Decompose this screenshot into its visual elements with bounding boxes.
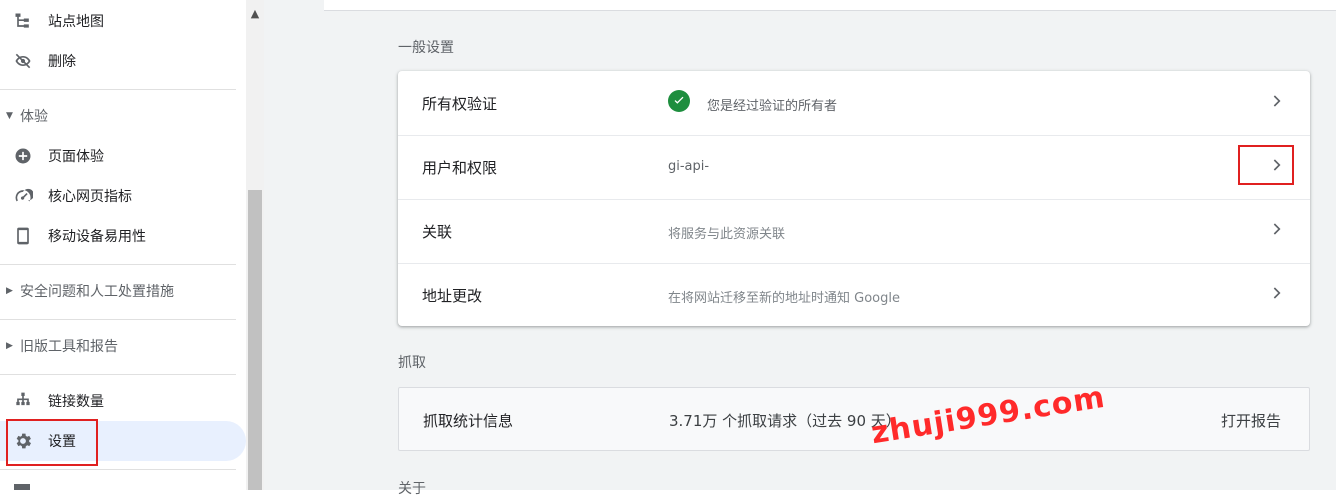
- settings-row-change-of-address[interactable]: 地址更改 在将网站迁移至新的地址时通知 Google: [398, 263, 1310, 327]
- row-label: 用户和权限: [422, 159, 498, 177]
- caret-right-icon: ▶: [6, 341, 13, 351]
- section-title-about: 关于: [398, 481, 426, 497]
- crawl-stats-value: 3.71万 个抓取请求（过去 90 天）: [669, 412, 901, 430]
- sidebar-item-label: 站点地图: [48, 14, 104, 30]
- partial-icon: [14, 484, 30, 490]
- network-icon: [12, 390, 34, 412]
- scroll-up-arrow-icon[interactable]: ▲: [246, 4, 264, 22]
- check-circle-icon: [668, 90, 690, 112]
- sidebar-item-removals[interactable]: 删除: [0, 41, 246, 81]
- settings-row-users-permissions[interactable]: 用户和权限 gi-api-: [398, 135, 1310, 200]
- speedometer-icon: [12, 185, 34, 207]
- chevron-right-icon[interactable]: [1266, 219, 1286, 239]
- caret-right-icon: ▶: [6, 286, 13, 296]
- highlight-box-chevron: [1238, 145, 1294, 185]
- sidebar-item-page-experience[interactable]: 页面体验: [0, 136, 246, 176]
- sidebar-divider: [0, 374, 236, 375]
- sidebar-item-label: 核心网页指标: [48, 189, 132, 205]
- crawl-stats-card[interactable]: 抓取统计信息 3.71万 个抓取请求（过去 90 天） 打开报告: [398, 387, 1310, 451]
- section-header-legacy[interactable]: ▶ 旧版工具和报告: [0, 326, 246, 366]
- row-description: 在将网站迁移至新的地址时通知 Google: [668, 291, 900, 306]
- section-title: 安全问题和人工处置措施: [20, 284, 174, 300]
- sidebar-divider: [0, 469, 236, 470]
- plus-circle-icon: [12, 145, 34, 167]
- sidebar-item-label: 页面体验: [48, 149, 104, 165]
- section-header-experience[interactable]: ▼ 体验: [0, 96, 246, 136]
- section-title-crawling: 抓取: [398, 355, 426, 371]
- scrollbar-thumb[interactable]: [248, 190, 262, 490]
- crawl-stats-label: 抓取统计信息: [423, 412, 514, 430]
- settings-row-associations[interactable]: 关联 将服务与此资源关联: [398, 199, 1310, 264]
- chevron-right-icon[interactable]: [1266, 283, 1286, 303]
- row-label: 地址更改: [422, 287, 483, 305]
- sidebar-item-links[interactable]: 链接数量: [0, 381, 246, 421]
- sidebar-item-mobile-usability[interactable]: 移动设备易用性: [0, 216, 246, 256]
- chevron-right-icon[interactable]: [1266, 91, 1286, 111]
- redacted-blur: [716, 155, 916, 177]
- section-title-general: 一般设置: [398, 40, 454, 56]
- eye-off-icon: [12, 50, 34, 72]
- main-content: 一般设置 所有权验证 您是经过验证的所有者 用户和权限 gi-api- 关联 将…: [264, 0, 1336, 497]
- row-description: gi-api-: [668, 159, 710, 174]
- sidebar-item-label: 移动设备易用性: [48, 229, 146, 245]
- general-settings-card: 所有权验证 您是经过验证的所有者 用户和权限 gi-api- 关联 将服务与此资…: [398, 71, 1310, 326]
- caret-down-icon: ▼: [6, 111, 13, 121]
- sidebar-item-sitemaps[interactable]: 站点地图: [0, 1, 246, 41]
- smartphone-icon: [12, 225, 34, 247]
- section-header-security[interactable]: ▶ 安全问题和人工处置措施: [0, 271, 246, 311]
- sidebar: 站点地图 删除 ▼ 体验 页面体验 核心网页指标 移动设备易用性 ▶ 安全问题和…: [0, 0, 264, 490]
- sidebar-item-core-web-vitals[interactable]: 核心网页指标: [0, 176, 246, 216]
- open-report-link[interactable]: 打开报告: [1221, 410, 1281, 431]
- settings-row-ownership[interactable]: 所有权验证 您是经过验证的所有者: [398, 71, 1310, 136]
- section-title: 体验: [20, 109, 48, 125]
- top-card-edge: [324, 0, 1336, 11]
- highlight-box-settings: [6, 419, 98, 466]
- section-title: 旧版工具和报告: [20, 339, 118, 355]
- row-description: 您是经过验证的所有者: [707, 99, 838, 114]
- row-label: 所有权验证: [422, 95, 498, 113]
- sidebar-item-label: 链接数量: [48, 394, 104, 410]
- row-label: 关联: [422, 223, 453, 241]
- sidebar-divider: [0, 89, 236, 90]
- sitemap-icon: [12, 10, 34, 32]
- sidebar-divider: [0, 319, 236, 320]
- row-description: 将服务与此资源关联: [668, 227, 786, 242]
- sidebar-divider: [0, 264, 236, 265]
- sidebar-item-label: 删除: [48, 54, 76, 70]
